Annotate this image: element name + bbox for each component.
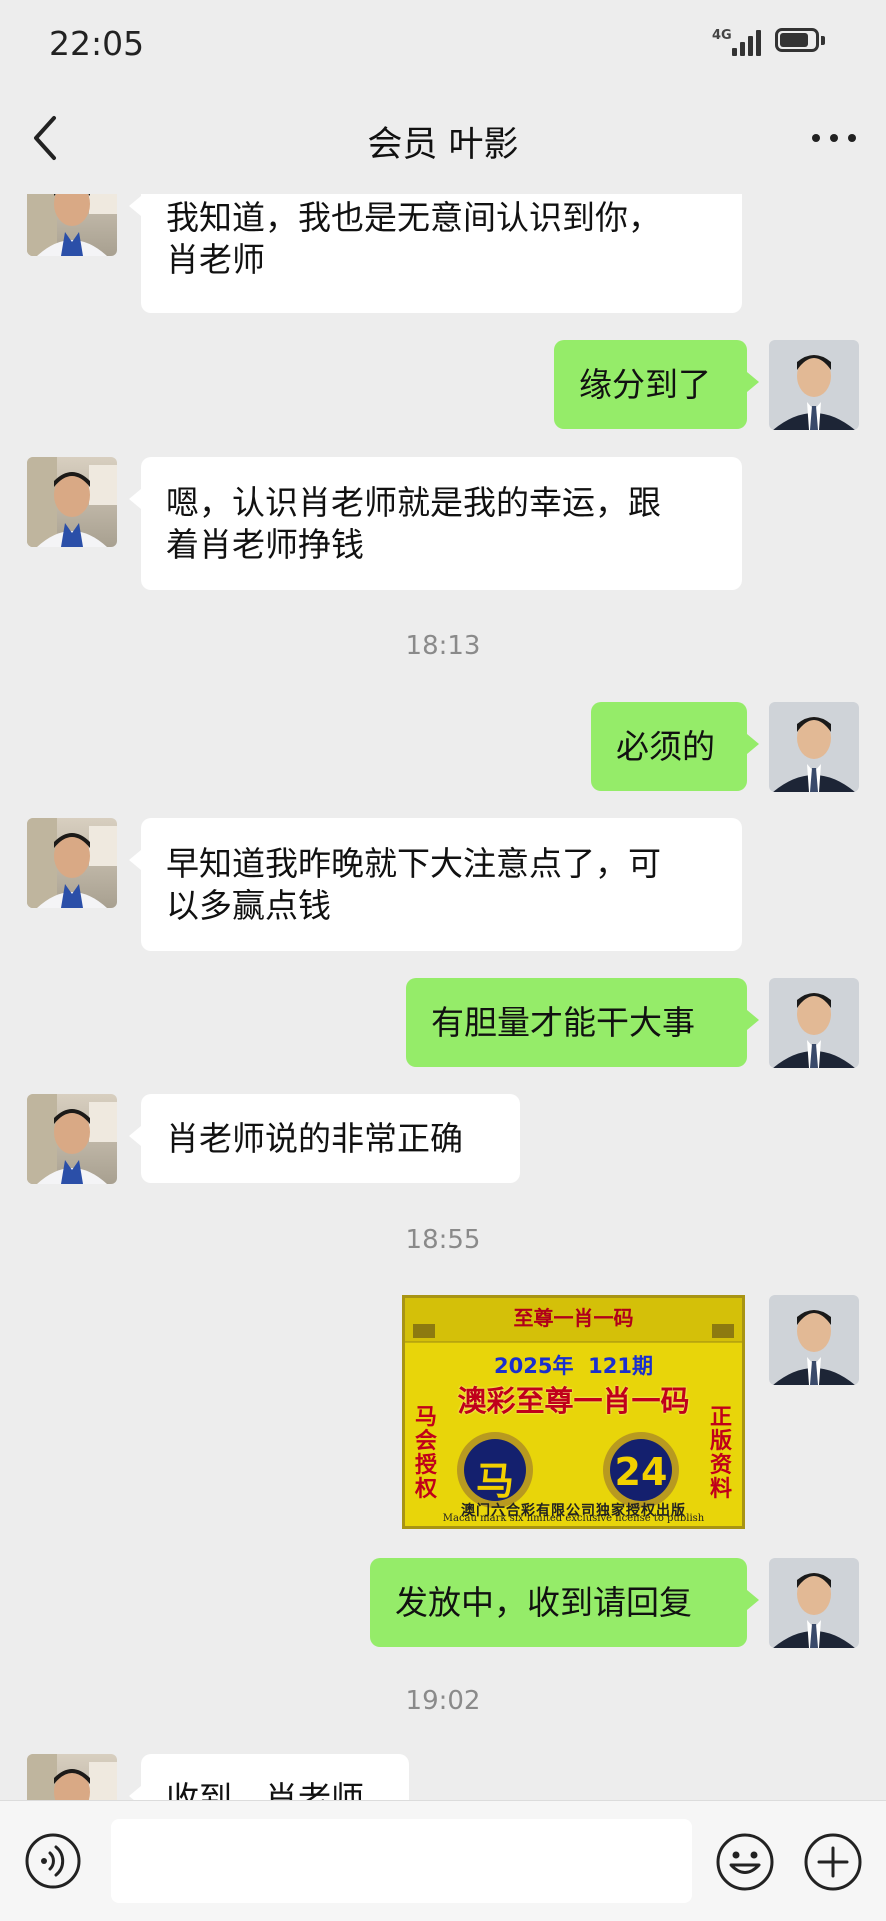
message-text: 嗯，认识肖老师就是我的幸运，跟 bbox=[166, 482, 661, 522]
voice-icon[interactable] bbox=[24, 1832, 82, 1890]
avatar[interactable] bbox=[27, 457, 117, 547]
image-header: 至尊一肖一码 bbox=[513, 1306, 634, 1330]
image-message[interactable]: 至尊一肖一码 2025年 121期 澳彩至尊一肖一码 马 会 授 权 正 版 资… bbox=[402, 1295, 745, 1529]
chat-header: 会员 叶影 bbox=[0, 90, 886, 194]
message-bubble-received[interactable]: 肖老师说的非常正确 bbox=[129, 1094, 520, 1183]
message-text: 必须的 bbox=[616, 726, 715, 766]
message-bubble-received[interactable]: 嗯，认识肖老师就是我的幸运，跟 着肖老师挣钱 bbox=[129, 457, 742, 590]
avatar[interactable] bbox=[27, 1754, 117, 1800]
plus-icon[interactable] bbox=[803, 1832, 863, 1892]
message-bubble-received[interactable]: 早知道我昨晚就下大注意点了，可 以多赢点钱 bbox=[129, 818, 742, 951]
signal-bars-icon bbox=[732, 30, 764, 56]
network-type: 4G bbox=[712, 28, 732, 43]
message-text: 着肖老师挣钱 bbox=[166, 524, 364, 564]
timestamp: 19:02 bbox=[405, 1686, 481, 1716]
message-bubble-sent[interactable]: 缘分到了 bbox=[554, 340, 759, 429]
image-number: 24 bbox=[614, 1450, 668, 1494]
chat-area[interactable]: 我知道，我也是无意间认识到你， 肖老师 缘分到了 嗯，认识肖老师就是我的幸运，跟着… bbox=[0, 194, 886, 1800]
message-text: 收到，肖老师 bbox=[166, 1778, 364, 1801]
battery-icon bbox=[775, 28, 829, 56]
message-bubble-received[interactable]: 收到，肖老师 bbox=[129, 1754, 409, 1801]
page-title: 会员 叶影 bbox=[367, 125, 519, 165]
timestamp: 18:55 bbox=[405, 1225, 481, 1255]
more-dots-icon[interactable] bbox=[802, 108, 866, 168]
message-bubble-sent[interactable]: 有胆量才能干大事 bbox=[406, 978, 759, 1067]
message-bubble-sent[interactable]: 发放中，收到请回复 bbox=[370, 1558, 759, 1647]
message-text: 我知道，我也是无意间认识到你， bbox=[166, 197, 661, 237]
avatar-self[interactable] bbox=[769, 1558, 859, 1648]
message-text: 肖老师 bbox=[166, 239, 265, 279]
avatar[interactable] bbox=[27, 1094, 117, 1184]
message-text: 以多赢点钱 bbox=[166, 885, 331, 925]
avatar[interactable] bbox=[27, 194, 117, 256]
status-bar: 22:05 4G bbox=[0, 0, 886, 90]
message-text: 肖老师说的非常正确 bbox=[166, 1118, 463, 1158]
image-zodiac: 马 bbox=[475, 1459, 514, 1503]
avatar-self[interactable] bbox=[769, 340, 859, 430]
avatar-self[interactable] bbox=[769, 978, 859, 1068]
message-bubble-sent[interactable]: 必须的 bbox=[591, 702, 759, 791]
message-text: 早知道我昨晚就下大注意点了，可 bbox=[166, 843, 661, 883]
message-text: 缘分到了 bbox=[579, 364, 711, 404]
image-footer-en: Macau mark six limited exclusive license… bbox=[442, 1513, 705, 1524]
status-time: 22:05 bbox=[49, 24, 145, 63]
message-text: 有胆量才能干大事 bbox=[431, 1002, 695, 1042]
avatar-self[interactable] bbox=[769, 702, 859, 792]
message-bubble-received[interactable]: 我知道，我也是无意间认识到你， 肖老师 bbox=[129, 194, 742, 313]
avatar-self[interactable] bbox=[769, 1295, 859, 1385]
image-period: 2025年 121期 bbox=[494, 1354, 653, 1378]
message-input[interactable] bbox=[111, 1819, 692, 1903]
emoji-icon[interactable] bbox=[715, 1832, 775, 1892]
timestamp: 18:13 bbox=[405, 631, 481, 661]
avatar[interactable] bbox=[27, 818, 117, 908]
image-headline: 澳彩至尊一肖一码 bbox=[457, 1384, 690, 1418]
input-bar bbox=[0, 1800, 886, 1921]
message-text: 发放中，收到请回复 bbox=[395, 1582, 692, 1622]
